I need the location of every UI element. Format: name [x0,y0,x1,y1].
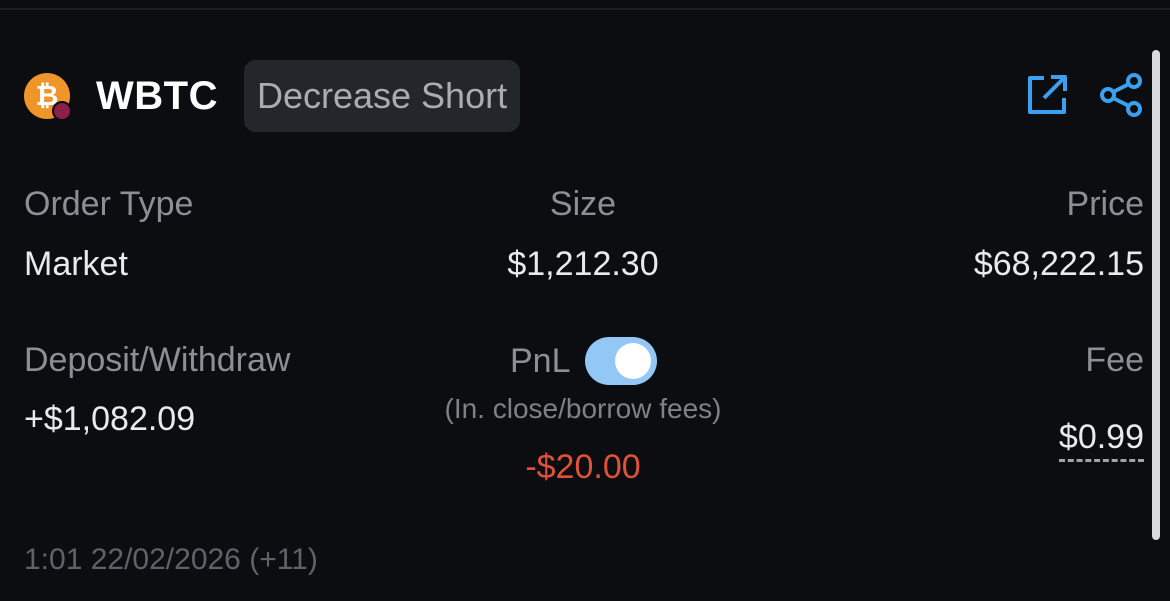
size-label: Size [549,185,617,223]
size-value: $1,212.30 [507,245,659,283]
price-label: Price [1066,185,1144,223]
order-type-value: Market [24,245,128,283]
top-divider [0,8,1170,10]
chain-badge-icon [52,101,72,121]
pnl-fees-toggle[interactable] [584,337,657,385]
token-symbol: WBTC [96,73,218,118]
external-link-icon[interactable] [1024,72,1070,118]
deposit-withdraw-label: Deposit/Withdraw [24,341,291,379]
deposit-withdraw-value: +$1,082.09 [24,400,196,438]
trade-detail-card: ₿ WBTC Decrease Short Order Type Market … [0,0,1170,601]
scrollbar[interactable] [1152,50,1160,540]
trade-header: ₿ WBTC Decrease Short [24,60,521,132]
share-icon[interactable] [1098,72,1144,118]
pnl-subtitle: (In. close/borrow fees) [444,393,722,424]
pnl-value: -$20.00 [525,448,641,486]
header-actions [1024,72,1144,118]
bitcoin-icon: ₿ [24,73,72,121]
price-value: $68,222.15 [973,245,1144,283]
trade-timestamp: 1:01 22/02/2026 (+11) [24,543,318,576]
pnl-label: PnL [510,341,571,380]
toggle-knob [614,343,651,379]
action-badge: Decrease Short [243,60,521,132]
pnl-header: PnL [510,336,657,386]
fee-label: Fee [1085,341,1144,379]
fee-value[interactable]: $0.99 [1058,418,1144,462]
order-type-label: Order Type [24,185,194,223]
